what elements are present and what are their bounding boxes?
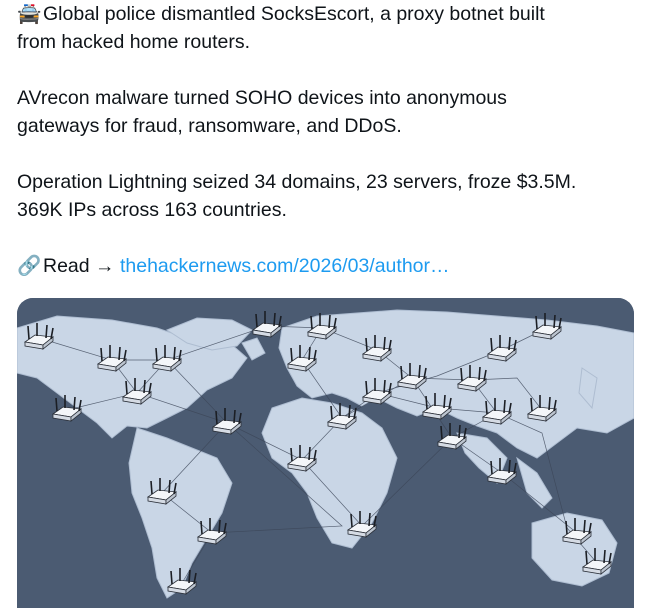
router-icon <box>421 393 453 420</box>
tweet-line: 🚔Global police dismantled SocksEscort, a… <box>17 0 643 28</box>
router-icon <box>306 313 338 340</box>
router-icon <box>286 445 318 472</box>
router-icon <box>481 398 513 425</box>
router-icon <box>251 311 283 338</box>
tweet-line-text: Global police dismantled SocksEscort, a … <box>43 3 545 25</box>
router-icon <box>286 345 318 372</box>
tweet-text: 🚔Global police dismantled SocksEscort, a… <box>17 0 643 280</box>
tweet-line: 369K IPs across 163 countries. <box>17 199 287 221</box>
router-icon <box>51 395 83 422</box>
router-icon <box>436 423 468 450</box>
router-icon <box>486 458 518 485</box>
router-icon <box>211 408 243 435</box>
router-icon <box>456 365 488 392</box>
router-icon <box>196 518 228 545</box>
router-markers <box>23 311 613 595</box>
tweet-line: AVrecon malware turned SOHO devices into… <box>17 87 507 109</box>
router-icon <box>326 403 358 430</box>
router-icon <box>23 323 55 350</box>
router-icon <box>561 518 593 545</box>
tweet-line: gateways for fraud, ransomware, and DDoS… <box>17 115 402 137</box>
router-icon <box>531 313 563 340</box>
router-icon <box>346 511 378 538</box>
router-icon <box>486 335 518 362</box>
read-label: Read → <box>43 255 115 277</box>
router-icon <box>581 548 613 575</box>
tweet-line: Operation Lightning seized 34 domains, 2… <box>17 171 577 193</box>
tweet-line: from hacked home routers. <box>17 31 251 53</box>
article-link[interactable]: thehackernews.com/2026/03/author… <box>120 255 450 277</box>
router-icon <box>396 363 428 390</box>
router-icon <box>151 345 183 372</box>
read-link-line: 🔗Read → thehackernews.com/2026/03/author… <box>17 252 643 280</box>
link-icon: 🔗 <box>17 255 42 277</box>
router-icon <box>361 378 393 405</box>
router-icon <box>146 478 178 505</box>
tweet-media-image[interactable] <box>17 298 634 608</box>
router-icon <box>96 345 128 372</box>
police-car-icon: 🚔 <box>17 3 42 25</box>
router-icon <box>361 335 393 362</box>
router-icon <box>166 568 198 595</box>
router-icon <box>121 378 153 405</box>
router-icon <box>526 395 558 422</box>
